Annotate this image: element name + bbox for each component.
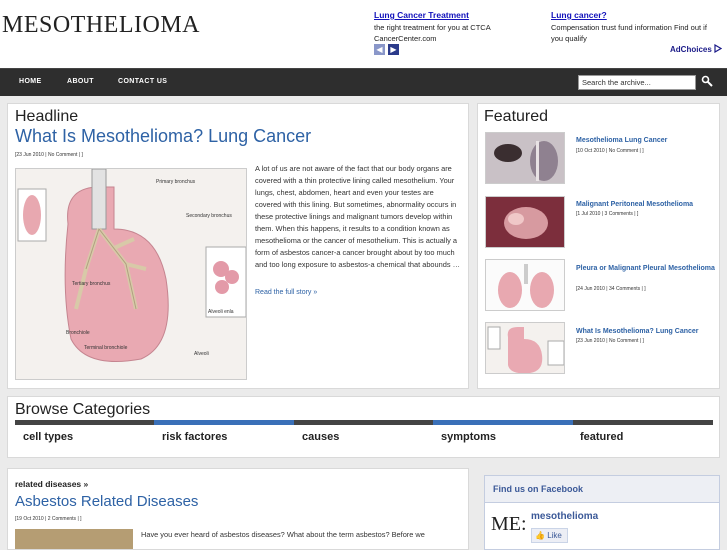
search-icon[interactable]: [701, 75, 713, 87]
featured-meta: [23 Jun 2010 | No Comment | ]: [576, 338, 644, 344]
featured-meta: [1 Jul 2010 | 3 Comments | ]: [576, 211, 639, 217]
featured-thumbnail[interactable]: [485, 259, 565, 311]
category-bar: [433, 420, 573, 425]
related-excerpt: Have you ever heard of asbestos diseases…: [141, 530, 425, 539]
featured-meta: [24 Jun 2010 | 34 Comments | ]: [576, 286, 646, 292]
related-heading[interactable]: related diseases »: [15, 479, 88, 489]
headline-meta: [23 Jun 2010 | No Comment | ]: [15, 152, 83, 158]
adchoices-icon: [714, 43, 723, 54]
facebook-title: Find us on Facebook: [493, 484, 584, 494]
thumbs-up-icon: 👍: [535, 531, 545, 540]
nav-home[interactable]: HOME: [19, 78, 42, 85]
label-primary-bronchus: Primary bronchus: [156, 179, 196, 185]
ad-title[interactable]: Lung Cancer Treatment: [374, 10, 534, 21]
ad-prev-icon[interactable]: ◀: [374, 44, 385, 55]
category-cell-types[interactable]: cell types: [23, 431, 73, 443]
ad-next-icon[interactable]: ▶: [388, 44, 399, 55]
category-risk-factores[interactable]: risk factores: [162, 431, 227, 443]
category-bar: [573, 420, 713, 425]
headline-section-label: Headline: [15, 108, 79, 125]
nav-contact[interactable]: CONTACT US: [118, 78, 167, 85]
lung-anatomy-illustration: Primary bronchus Secondary bronchus Tert…: [16, 169, 246, 379]
category-bar: [294, 420, 433, 425]
ad-navigation: ◀ ▶: [374, 44, 399, 55]
featured-title[interactable]: Malignant Peritoneal Mesothelioma: [576, 199, 716, 210]
category-causes[interactable]: causes: [302, 431, 339, 443]
tissue-thumbnail-icon: [486, 197, 564, 247]
lung-anatomy-image[interactable]: Primary bronchus Secondary bronchus Tert…: [15, 168, 247, 380]
featured-meta: [10 Oct 2010 | No Comment | ]: [576, 148, 644, 154]
pleura-diagram-icon: [486, 260, 564, 310]
site-logo[interactable]: MESOTHELIOMA: [2, 12, 200, 39]
featured-title[interactable]: What Is Mesothelioma? Lung Cancer: [576, 326, 716, 337]
label-alveoli: Alveoli: [194, 351, 209, 357]
ad-text: the right treatment for you at CTCA Canc…: [374, 23, 491, 43]
category-bar: [154, 420, 294, 425]
featured-thumbnail[interactable]: [485, 132, 565, 184]
featured-thumbnail[interactable]: [485, 196, 565, 248]
adchoices-link[interactable]: AdChoices: [670, 43, 723, 54]
headline-title[interactable]: What Is Mesothelioma? Lung Cancer: [15, 126, 311, 147]
xray-thumbnail-icon: [486, 133, 564, 183]
label-tertiary-bronchus: Tertiary bronchus: [72, 281, 111, 287]
read-more-link[interactable]: Read the full story »: [255, 289, 317, 296]
search-input[interactable]: Search the archive...: [578, 75, 696, 90]
facebook-page-name[interactable]: mesothelioma: [531, 511, 598, 522]
categories-section-label: Browse Categories: [15, 401, 151, 418]
related-title[interactable]: Asbestos Related Diseases: [15, 493, 198, 510]
category-featured[interactable]: featured: [580, 431, 623, 443]
related-meta: [19 Oct 2010 | 2 Comments | ]: [15, 516, 82, 522]
label-terminal-bronchiole: Terminal bronchiole: [84, 345, 128, 351]
label-bronchiole: Bronchiole: [66, 330, 90, 336]
category-symptoms[interactable]: symptoms: [441, 431, 496, 443]
lung-thumbnail-icon: [486, 323, 564, 373]
like-label: Like: [547, 531, 562, 540]
adchoices-label: AdChoices: [670, 45, 712, 54]
featured-title[interactable]: Mesothelioma Lung Cancer: [576, 135, 716, 146]
featured-title[interactable]: Pleura or Malignant Pleural Mesothelioma: [576, 263, 716, 274]
ad-title[interactable]: Lung cancer?: [551, 10, 711, 21]
nav-about[interactable]: ABOUT: [67, 78, 94, 85]
featured-section-label: Featured: [484, 108, 549, 125]
category-bar: [15, 420, 154, 425]
featured-thumbnail[interactable]: [485, 322, 565, 374]
facebook-page-logo[interactable]: ME:: [491, 513, 527, 536]
headline-excerpt: A lot of us are not aware of the fact th…: [255, 164, 461, 269]
related-thumbnail[interactable]: [15, 529, 133, 549]
ad-lung-cancer[interactable]: Lung cancer? Compensation trust fund inf…: [551, 10, 711, 44]
ad-lung-cancer-treatment[interactable]: Lung Cancer Treatment the right treatmen…: [374, 10, 534, 44]
label-secondary-bronchus: Secondary bronchus: [186, 213, 232, 219]
ad-text: Compensation trust fund information Find…: [551, 23, 707, 43]
label-alveoli-enlarged: Alveoli enla: [208, 309, 234, 315]
facebook-like-button[interactable]: 👍 Like: [531, 528, 568, 543]
